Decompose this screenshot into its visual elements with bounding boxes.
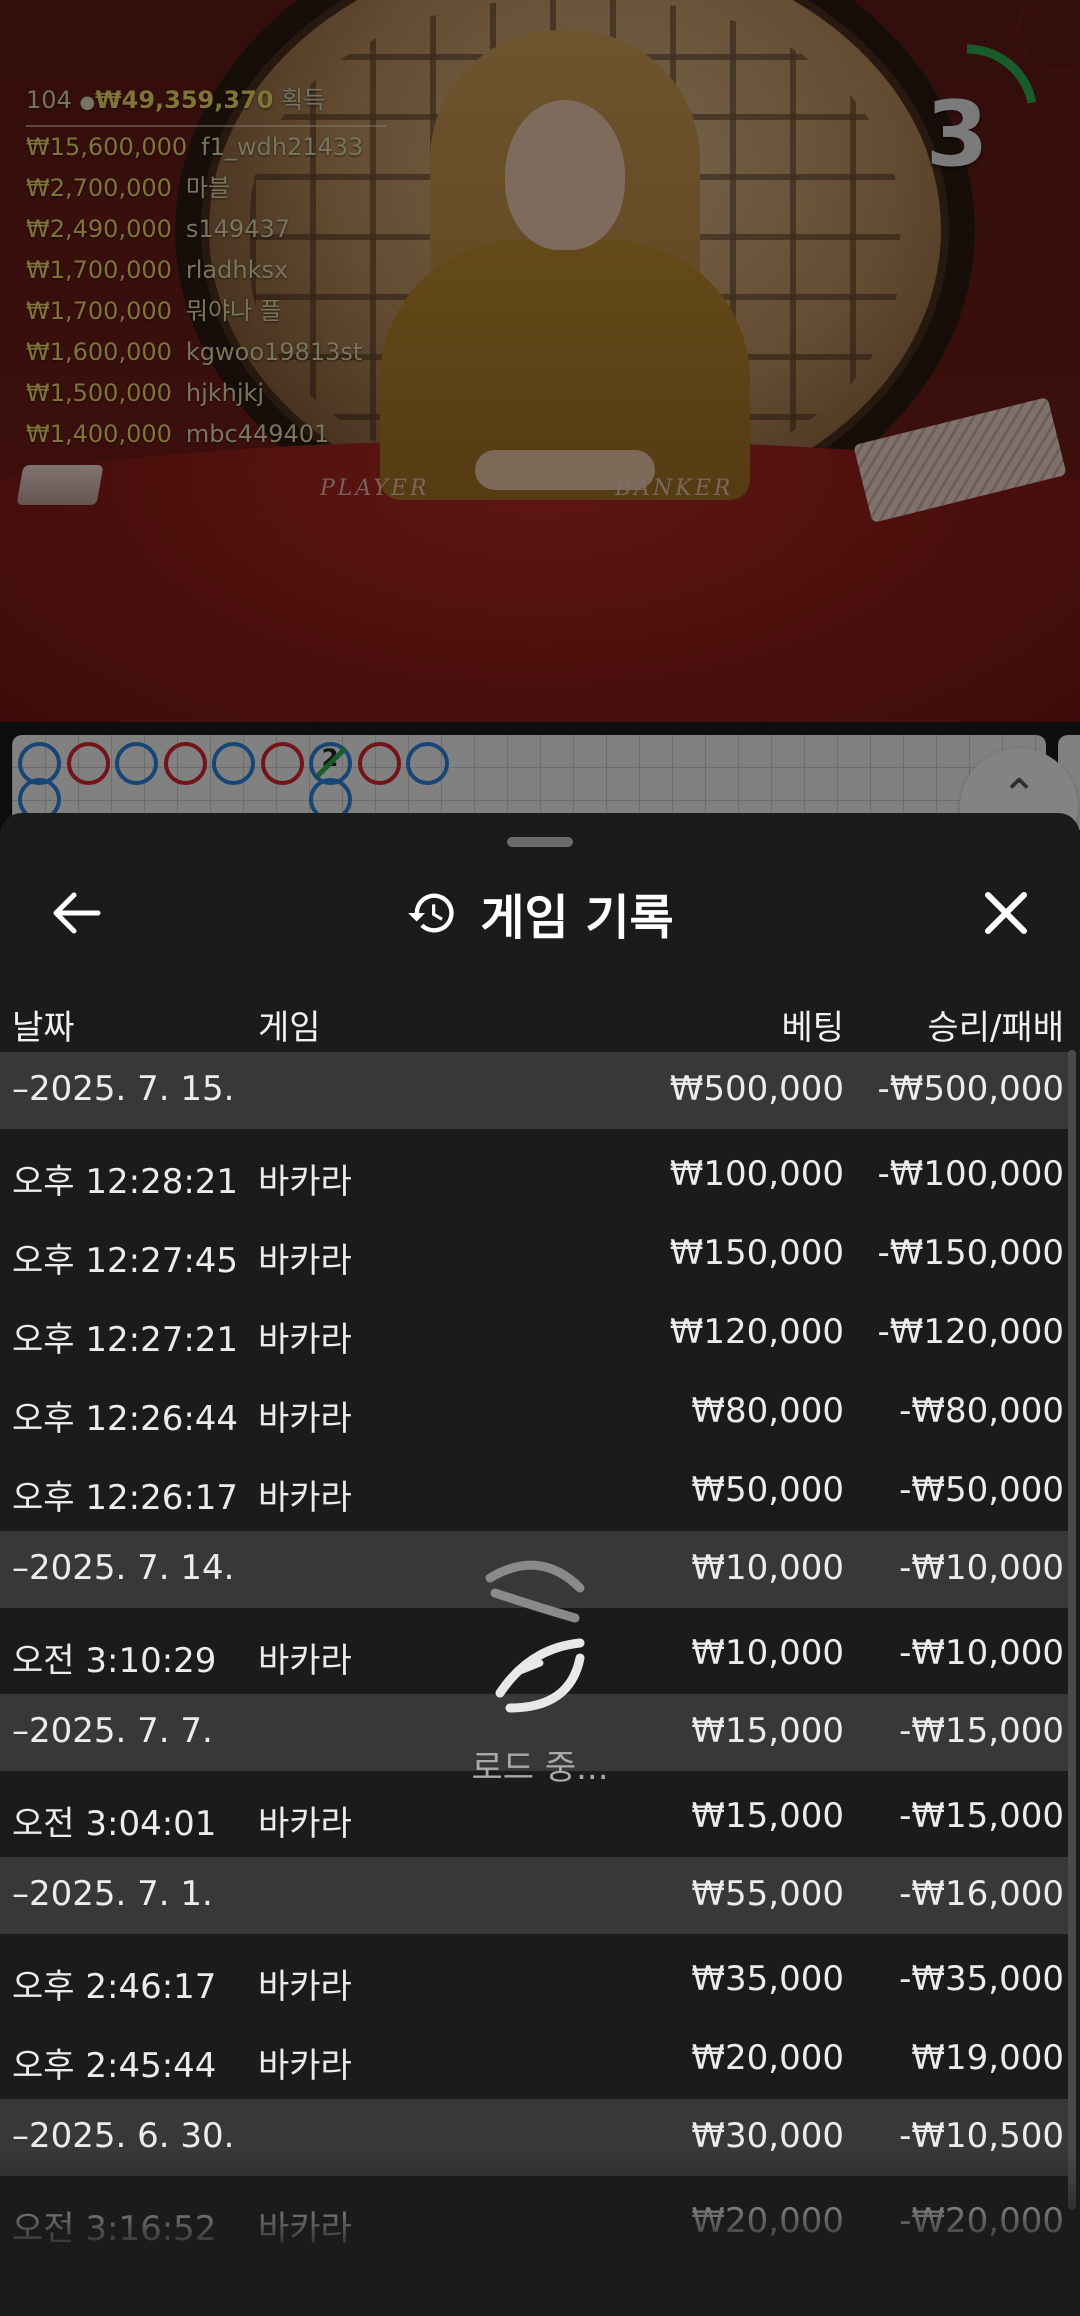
item-time: 오전 3:04:01	[12, 1804, 217, 1844]
history-item-row[interactable]: 오후 12:28:21 바카라 ₩100,000 -₩100,000	[0, 1136, 1072, 1215]
group-result: -₩16,000	[899, 1874, 1064, 1914]
item-result: -₩150,000	[877, 1233, 1065, 1273]
item-time: 오후 12:27:21	[12, 1320, 239, 1360]
sheet-grab-handle[interactable]	[507, 837, 573, 847]
history-column-headers: 날짜 게임 베팅 승리/패배	[0, 986, 1072, 1052]
group-bet: ₩10,000	[691, 1548, 844, 1588]
item-result: -₩10,000	[899, 1633, 1064, 1673]
close-button[interactable]	[976, 883, 1036, 943]
item-result: -₩80,000	[899, 1391, 1064, 1431]
history-item-row[interactable]: 오후 12:26:17 바카라 ₩50,000 -₩50,000	[0, 1452, 1072, 1531]
item-time: 오후 12:28:21	[12, 1162, 239, 1202]
history-icon	[408, 893, 454, 933]
item-game: 바카라	[258, 1641, 352, 1681]
group-date: –2025. 7. 7.	[12, 1711, 213, 1751]
loading-text: 로드 중...	[471, 1748, 609, 1788]
item-game: 바카라	[258, 1804, 352, 1844]
close-icon	[985, 892, 1027, 934]
group-result: -₩10,000	[899, 1548, 1064, 1588]
bottom-fade	[0, 2150, 1080, 2316]
group-date: –2025. 7. 14.	[12, 1548, 235, 1588]
item-time: 오전 3:10:29	[12, 1641, 217, 1681]
item-bet: ₩20,000	[691, 2038, 844, 2078]
item-bet: ₩50,000	[691, 1470, 844, 1510]
history-item-row[interactable]: 오후 12:26:44 바카라 ₩80,000 -₩80,000	[0, 1373, 1072, 1452]
item-game: 바카라	[258, 1241, 352, 1281]
arrow-left-icon	[53, 892, 101, 934]
back-button[interactable]	[46, 885, 106, 941]
item-result: ₩19,000	[911, 2038, 1064, 2078]
history-item-row[interactable]: 오전 3:04:01 바카라 ₩15,000 -₩15,000	[0, 1778, 1072, 1857]
app-root: PLAYER BANKER 104 ●₩49,359,370 획득 ₩15,60…	[0, 0, 1080, 2316]
loading-indicator: 로드 중...	[440, 1548, 640, 1788]
item-time: 오후 2:45:44	[12, 2046, 217, 2086]
column-date: 날짜	[12, 1008, 75, 1048]
group-bet: ₩55,000	[691, 1874, 844, 1914]
history-item-row[interactable]: 오후 12:27:21 바카라 ₩120,000 -₩120,000	[0, 1294, 1072, 1373]
history-item-row[interactable]: 오후 12:27:45 바카라 ₩150,000 -₩150,000	[0, 1215, 1072, 1294]
item-result: -₩50,000	[899, 1470, 1064, 1510]
item-bet: ₩120,000	[669, 1312, 844, 1352]
item-game: 바카라	[258, 1320, 352, 1360]
item-time: 오후 12:27:45	[12, 1241, 239, 1281]
item-bet: ₩80,000	[691, 1391, 844, 1431]
column-result: 승리/패배	[927, 1008, 1064, 1048]
history-item-row[interactable]: 오후 2:45:44 바카라 ₩20,000 ₩19,000	[0, 2020, 1072, 2099]
group-result: -₩500,000	[877, 1069, 1065, 1109]
item-time: 오후 2:46:17	[12, 1967, 217, 2007]
item-game: 바카라	[258, 1162, 352, 1202]
column-bet: 베팅	[781, 1008, 844, 1048]
history-date-row[interactable]: –2025. 7. 15. ₩500,000 -₩500,000	[0, 1052, 1072, 1129]
item-bet: ₩150,000	[669, 1233, 844, 1273]
sheet-title: 게임 기록	[480, 890, 674, 946]
item-time: 오후 12:26:17	[12, 1478, 239, 1518]
group-bet: ₩500,000	[669, 1069, 844, 1109]
item-game: 바카라	[258, 1399, 352, 1439]
item-result: -₩15,000	[899, 1796, 1064, 1836]
item-game: 바카라	[258, 2046, 352, 2086]
item-result: -₩100,000	[877, 1154, 1065, 1194]
group-date: –2025. 7. 15.	[12, 1069, 235, 1109]
item-bet: ₩35,000	[691, 1959, 844, 1999]
item-result: -₩120,000	[877, 1312, 1065, 1352]
spinner-icon	[485, 1560, 585, 1713]
sheet-header: 게임 기록	[0, 863, 1080, 963]
group-result: -₩15,000	[899, 1711, 1064, 1751]
history-scrollbar[interactable]	[1068, 1050, 1076, 2210]
group-bet: ₩15,000	[691, 1711, 844, 1751]
item-time: 오후 12:26:44	[12, 1399, 239, 1439]
group-date: –2025. 7. 1.	[12, 1874, 213, 1914]
title-wrap: 게임 기록	[0, 863, 1080, 963]
history-date-row[interactable]: –2025. 7. 1. ₩55,000 -₩16,000	[0, 1857, 1072, 1934]
item-game: 바카라	[258, 1478, 352, 1518]
item-result: -₩35,000	[899, 1959, 1064, 1999]
column-game: 게임	[258, 1008, 321, 1048]
item-bet: ₩10,000	[691, 1633, 844, 1673]
history-item-row[interactable]: 오후 2:46:17 바카라 ₩35,000 -₩35,000	[0, 1941, 1072, 2020]
item-game: 바카라	[258, 1967, 352, 2007]
item-bet: ₩100,000	[669, 1154, 844, 1194]
item-bet: ₩15,000	[691, 1796, 844, 1836]
